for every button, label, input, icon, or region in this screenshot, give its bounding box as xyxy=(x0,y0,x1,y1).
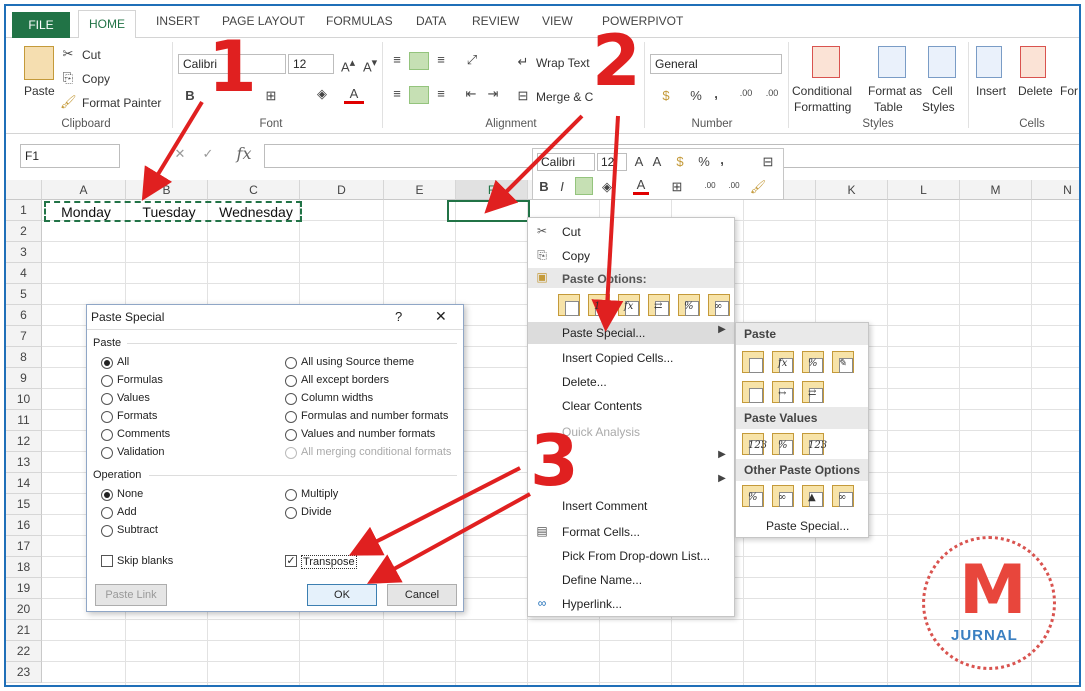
jurnal-logo: M JURNAL xyxy=(922,536,1056,670)
logo-word: JURNAL xyxy=(951,627,1018,644)
step-3-label: 3 xyxy=(530,420,579,502)
annotation-arrows xyxy=(141,100,624,584)
logo-letter: M xyxy=(959,551,1027,630)
arrow-2a xyxy=(484,114,584,214)
arrow-2b xyxy=(591,115,624,332)
step-2-label: 2 xyxy=(592,20,641,102)
excel-window: FILE HOME INSERT PAGE LAYOUT FORMULAS DA… xyxy=(4,4,1081,687)
arrow-3b xyxy=(366,492,531,584)
arrow-1 xyxy=(141,100,204,201)
step-1-label: 1 xyxy=(208,26,257,108)
arrow-3a xyxy=(348,466,521,556)
